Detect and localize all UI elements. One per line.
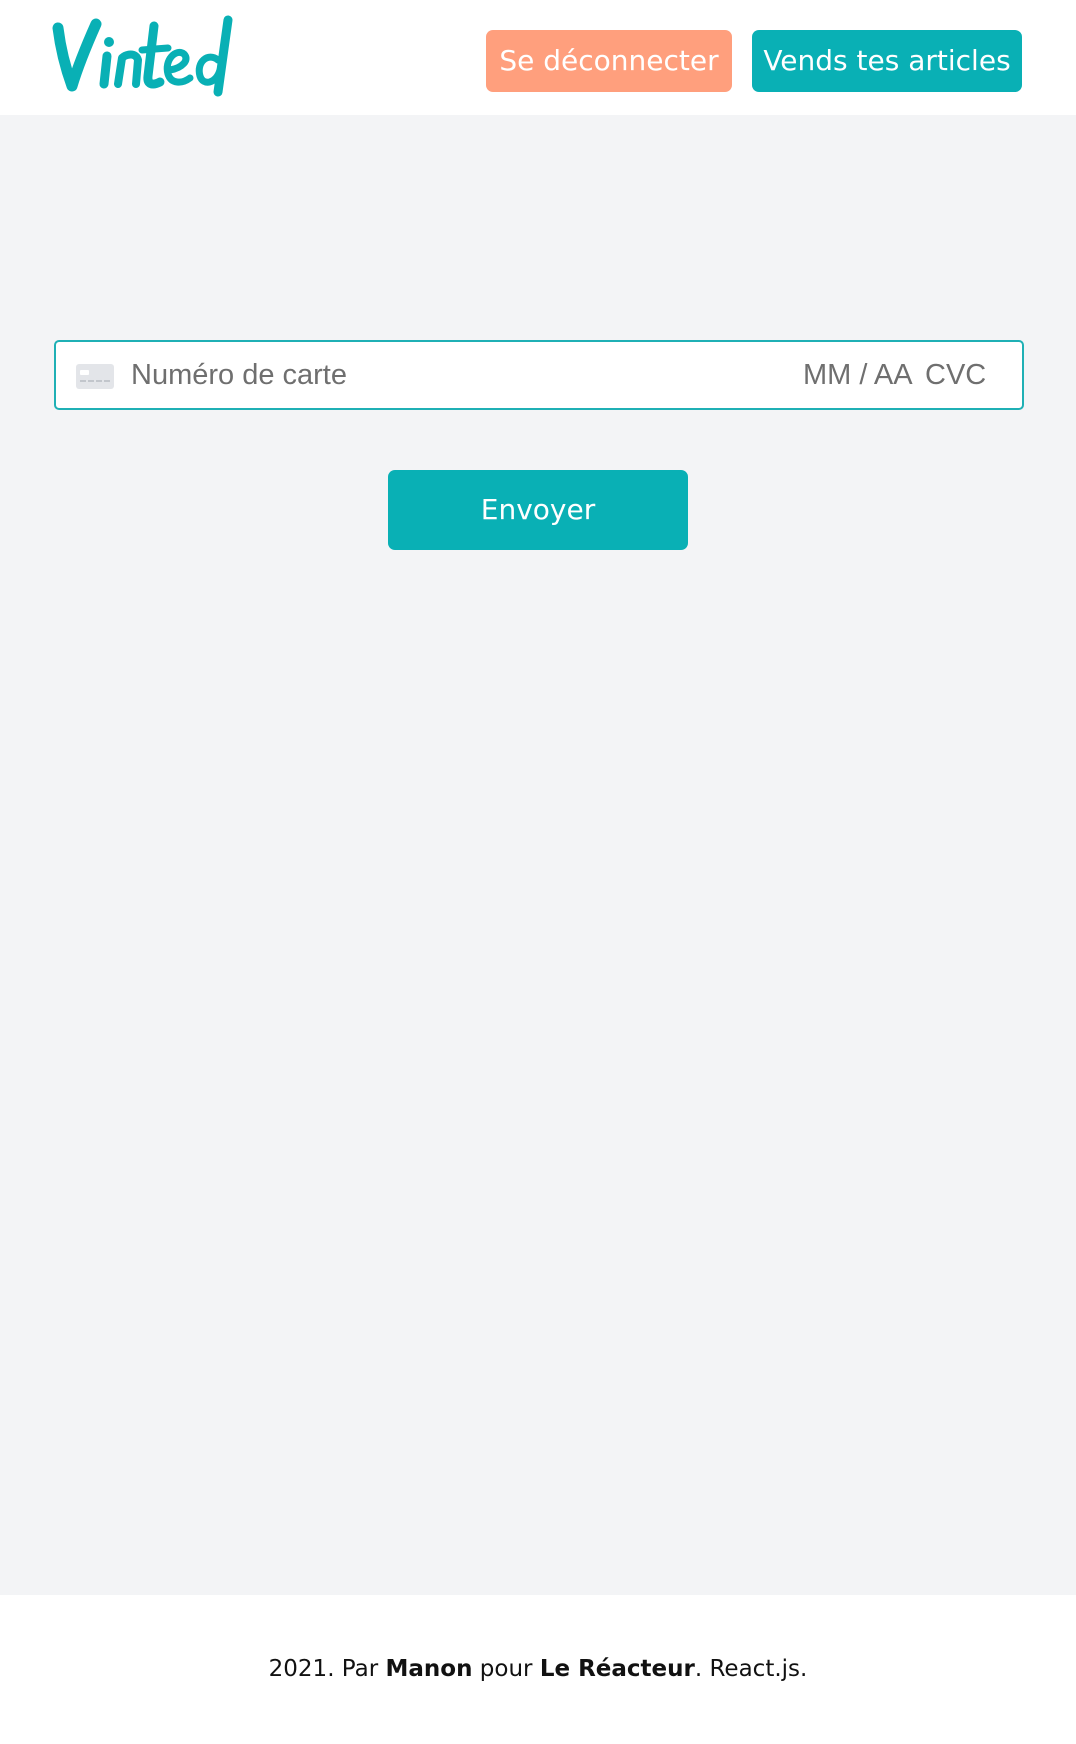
card-expiry-input[interactable]: MM / AA bbox=[803, 342, 913, 408]
footer-suffix: . React.js. bbox=[694, 1656, 808, 1682]
sell-items-button[interactable]: Vends tes articles bbox=[752, 30, 1022, 92]
footer-prefix: 2021. Par bbox=[268, 1656, 386, 1682]
footer-author: Manon bbox=[385, 1656, 473, 1682]
credit-card-icon bbox=[76, 364, 114, 389]
card-number-input[interactable]: Numéro de carte bbox=[131, 342, 347, 408]
vinted-logo-icon bbox=[52, 15, 233, 97]
main-content: Numéro de carte MM / AA CVC Envoyer bbox=[0, 115, 1076, 1595]
vinted-logo[interactable] bbox=[52, 14, 257, 100]
logout-button[interactable]: Se déconnecter bbox=[486, 30, 732, 92]
footer-organization: Le Réacteur bbox=[539, 1656, 695, 1682]
card-input-field[interactable]: Numéro de carte MM / AA CVC bbox=[54, 340, 1024, 410]
card-cvc-input[interactable]: CVC bbox=[925, 342, 986, 408]
footer-middle: pour bbox=[472, 1656, 540, 1682]
footer: 2021. Par Manon pour Le Réacteur. React.… bbox=[0, 1595, 1076, 1744]
footer-credits: 2021. Par Manon pour Le Réacteur. React.… bbox=[0, 1656, 1076, 1682]
header: Se déconnecter Vends tes articles bbox=[0, 0, 1076, 115]
submit-payment-button[interactable]: Envoyer bbox=[388, 470, 688, 550]
